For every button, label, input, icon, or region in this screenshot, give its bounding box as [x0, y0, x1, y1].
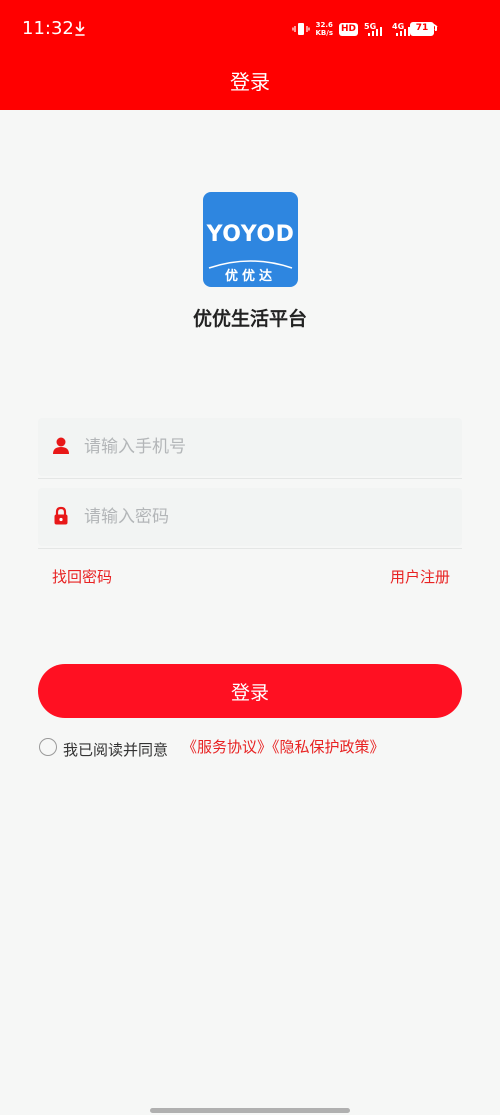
hd-badge: HD [338, 22, 358, 36]
phone-input[interactable] [84, 432, 444, 462]
svg-text:5G: 5G [364, 22, 376, 31]
app-logo: YOYOD 优优达 [203, 192, 298, 287]
network-speed: 32.6 KB/s [315, 21, 333, 37]
download-icon [75, 21, 85, 36]
status-bar: 11:32 32.6 KB/s HD 5G 4G 71 [0, 0, 500, 58]
password-divider [38, 548, 462, 549]
status-time: 11:32 [22, 18, 74, 39]
login-button[interactable]: 登录 [38, 664, 462, 718]
home-indicator[interactable] [150, 1108, 350, 1113]
password-input[interactable] [84, 502, 444, 532]
page-title: 登录 [230, 70, 270, 94]
app-name: 优优生活平台 [192, 308, 307, 330]
user-icon [53, 437, 69, 454]
svg-text:4G: 4G [392, 22, 404, 31]
agreement-text: 我已阅读并同意 [63, 741, 169, 759]
phone-field[interactable] [38, 418, 462, 476]
password-field[interactable] [38, 488, 462, 546]
forgot-password-link[interactable]: 找回密码 [52, 566, 112, 587]
agreement-links[interactable]: 《服务协议》《隐私保护政策》 [182, 736, 385, 757]
vibrate-icon [291, 23, 310, 35]
logo-subtitle: 优优达 [224, 269, 276, 284]
signal-icon: 5G [364, 22, 382, 36]
logo-wordmark: YOYOD [206, 222, 295, 247]
register-link[interactable]: 用户注册 [390, 566, 450, 587]
phone-divider [38, 478, 462, 479]
lock-icon [54, 506, 68, 525]
battery-icon: 71 [410, 22, 437, 36]
agreement-checkbox[interactable] [39, 738, 57, 756]
header-bar: 11:32 32.6 KB/s HD 5G 4G 71 登录 [0, 0, 500, 110]
